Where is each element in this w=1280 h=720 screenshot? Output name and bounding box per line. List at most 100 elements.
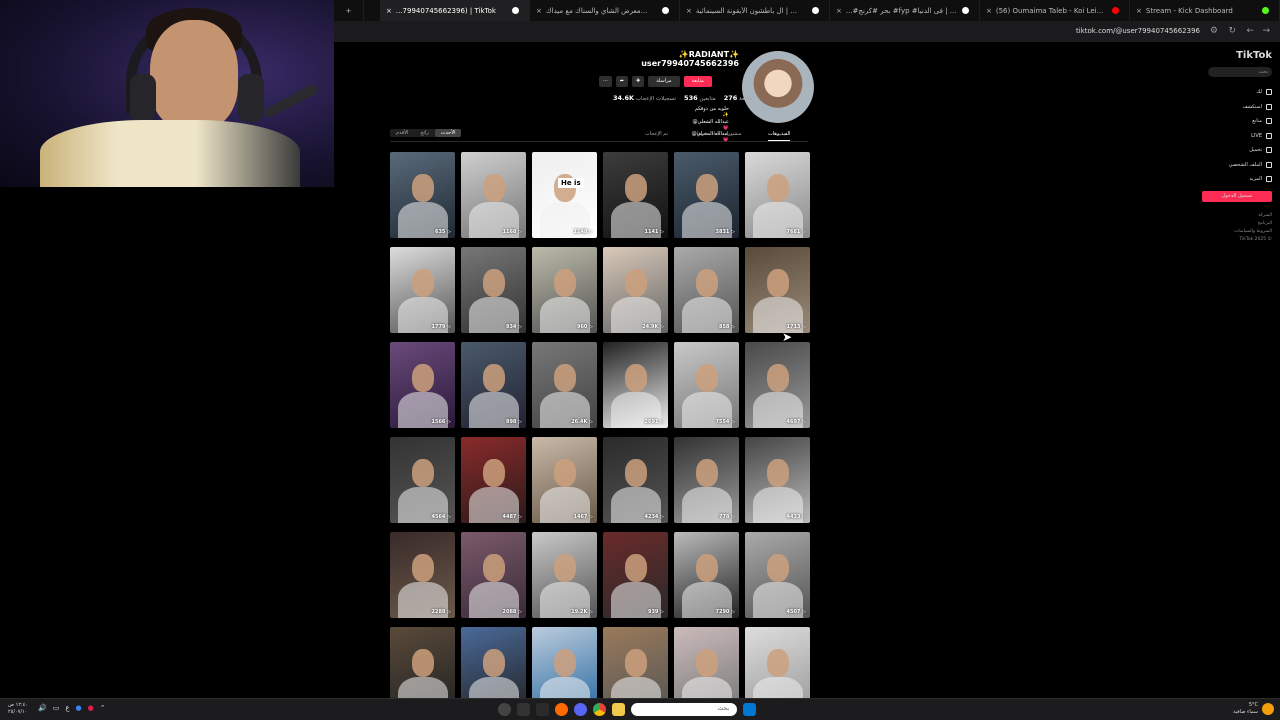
app-icon-obs[interactable] (498, 703, 511, 716)
app-icon-brave[interactable] (555, 703, 568, 716)
tab-videos[interactable]: الفيديوهات (768, 131, 791, 141)
browser-tab[interactable]: × ...79940745662396) | TikTok (380, 0, 530, 21)
close-icon[interactable]: × (386, 7, 392, 15)
sidebar-item[interactable]: LIVE (1202, 129, 1272, 144)
video-thumbnail[interactable]: 1141 ▷ (603, 152, 668, 238)
app-icon-terminal[interactable] (536, 703, 549, 716)
video-thumbnail[interactable]: 4697 ▷ (745, 342, 810, 428)
sidebar-item[interactable]: متابع (1202, 114, 1272, 129)
video-thumbnail[interactable]: 4234 ▷ (603, 437, 668, 523)
sort-option[interactable]: الأقدم (390, 129, 414, 137)
video-thumbnail[interactable] (461, 627, 526, 698)
back-arrow-icon[interactable]: → (1262, 26, 1270, 36)
close-icon[interactable]: × (986, 7, 992, 15)
follow-button[interactable]: متابعة (683, 76, 712, 87)
video-thumbnail[interactable] (745, 627, 810, 698)
video-thumbnail[interactable]: 1168 ▷ (461, 152, 526, 238)
network-icon[interactable]: ▭ (53, 704, 60, 712)
video-thumbnail[interactable]: 7290 ▷ (674, 532, 739, 618)
video-thumbnail[interactable]: 1467 ▷ (532, 437, 597, 523)
close-icon[interactable]: × (836, 7, 842, 15)
video-thumbnail[interactable]: 2088 ▷ (461, 532, 526, 618)
video-thumbnail[interactable]: 778 ▷ (674, 437, 739, 523)
sidebar-item[interactable]: الملف الشخصي (1202, 158, 1272, 173)
footer-link[interactable]: الشروط والسياسات (1202, 228, 1272, 236)
tab-reposts[interactable]: منشورات معاد نشرها (697, 131, 742, 137)
video-thumbnail[interactable]: 858 ▷ (674, 247, 739, 333)
video-thumbnail[interactable]: 2288 ▷ (390, 532, 455, 618)
close-icon[interactable]: × (1136, 7, 1142, 15)
app-icon-chrome[interactable] (593, 703, 606, 716)
app-icon-x[interactable] (517, 703, 530, 716)
video-thumbnail[interactable] (390, 627, 455, 698)
add-friend-icon[interactable]: ✚ (631, 76, 645, 87)
close-icon[interactable]: × (686, 7, 692, 15)
sidebar-item[interactable]: استكشف (1202, 100, 1272, 115)
sidebar-item[interactable]: لك (1202, 85, 1272, 100)
video-thumbnail[interactable]: 635 ▷ (390, 152, 455, 238)
video-thumbnail[interactable]: 939 ▷ (603, 532, 668, 618)
chevron-up-icon[interactable]: ⌃ (100, 704, 106, 712)
footer-link[interactable]: TikTok 2025 © (1202, 236, 1272, 244)
clock[interactable]: ١٢:٤٠ ص ٢٥/٠٧/١٠ (8, 702, 28, 716)
browser-tab[interactable]: × معرض الشاي والسناك مع ميداك... (530, 0, 680, 21)
video-thumbnail[interactable]: 1713 ▷ (745, 247, 810, 333)
site-settings-icon[interactable]: ⚙ (1210, 26, 1218, 36)
more-icon[interactable]: ··· (599, 76, 612, 87)
video-thumbnail[interactable]: 19.2K ▷ (532, 532, 597, 618)
footer-link[interactable]: الشركة (1202, 212, 1272, 220)
video-thumbnail[interactable]: 960 ▷ (532, 247, 597, 333)
tab-liked[interactable]: تم الإعجاب (645, 131, 668, 137)
login-button[interactable]: تسجيل الدخول (1202, 190, 1272, 202)
search-input[interactable]: بحث (1208, 67, 1272, 77)
language-indicator[interactable]: ع (65, 704, 69, 712)
video-thumbnail[interactable] (532, 627, 597, 698)
close-icon[interactable]: × (536, 7, 542, 15)
browser-tab[interactable]: × (56) Oumaima Taleb - Koi Lei... (980, 0, 1130, 21)
mic-icon[interactable]: ● (76, 704, 82, 712)
forward-arrow-icon[interactable]: ← (1246, 26, 1254, 36)
profile-stat[interactable]: 34.6K تسجيلات الإعجاب (613, 94, 676, 102)
profile-stat[interactable]: 276 متابعة (724, 94, 753, 102)
video-thumbnail[interactable]: 1566 ▷ (390, 342, 455, 428)
video-thumbnail[interactable]: 7554 ▷ (674, 342, 739, 428)
weather-widget[interactable]: 5°C سماء صافية (1233, 702, 1258, 716)
video-thumbnail[interactable]: 2691 ▷ (603, 342, 668, 428)
browser-tab[interactable]: × ال باطشون الأيقونة السينمائية | ... (680, 0, 830, 21)
address-bar[interactable]: → ← ↻ ⚙ tiktok.com/@user79940745662396 (334, 21, 1280, 42)
sort-option[interactable]: رائج (414, 129, 434, 137)
video-thumbnail[interactable]: 1779 ▷ (390, 247, 455, 333)
video-thumbnail[interactable]: 4487 ▷ (461, 437, 526, 523)
video-thumbnail[interactable]: 7681 ▷ (745, 152, 810, 238)
video-thumbnail[interactable]: 4433 ▷ (745, 437, 810, 523)
tray-app-icon[interactable]: ● (88, 704, 94, 712)
video-thumbnail[interactable]: 898 ▷ (461, 342, 526, 428)
video-thumbnail[interactable]: 26.4K ▷ (532, 342, 597, 428)
video-thumbnail[interactable]: 934 ▷ (461, 247, 526, 333)
new-tab-button[interactable]: + (334, 0, 364, 21)
windows-start-icon[interactable] (743, 703, 756, 716)
video-thumbnail[interactable]: 3831 ▷ (674, 152, 739, 238)
volume-icon[interactable]: 🔊 (38, 704, 47, 712)
video-thumbnail[interactable]: 4507 ▷ (745, 532, 810, 618)
video-thumbnail[interactable]: 4564 ▷ (390, 437, 455, 523)
video-thumbnail[interactable]: 24.9K ▷ (603, 247, 668, 333)
url-text[interactable]: tiktok.com/@user79940745662396 (1076, 27, 1200, 35)
video-thumbnail[interactable] (674, 627, 739, 698)
video-thumbnail[interactable]: He is 1148 ▷ (532, 152, 597, 238)
profile-stat[interactable]: 536 متابعين (684, 94, 716, 102)
browser-tab[interactable]: × ...#بحر #كرنج #fyp #فى الدنيا | ... (830, 0, 980, 21)
app-icon-discord[interactable] (574, 703, 587, 716)
video-thumbnail[interactable] (603, 627, 668, 698)
taskbar-search[interactable]: بحث (631, 703, 737, 716)
tiktok-logo[interactable]: TikTok (1202, 50, 1272, 61)
footer-link[interactable]: البرنامج (1202, 220, 1272, 228)
sort-option[interactable]: الأحدث (434, 129, 462, 137)
app-icon-file-explorer[interactable] (612, 703, 625, 716)
browser-tab[interactable]: × Stream - Kick Dashboard (1130, 0, 1280, 21)
sidebar-item[interactable]: تحميل (1202, 143, 1272, 158)
share-icon[interactable]: ➦ (615, 76, 628, 87)
message-button[interactable]: مراسلة (648, 76, 680, 87)
sidebar-item[interactable]: المزيد (1202, 172, 1272, 187)
reload-icon[interactable]: ↻ (1228, 26, 1236, 36)
